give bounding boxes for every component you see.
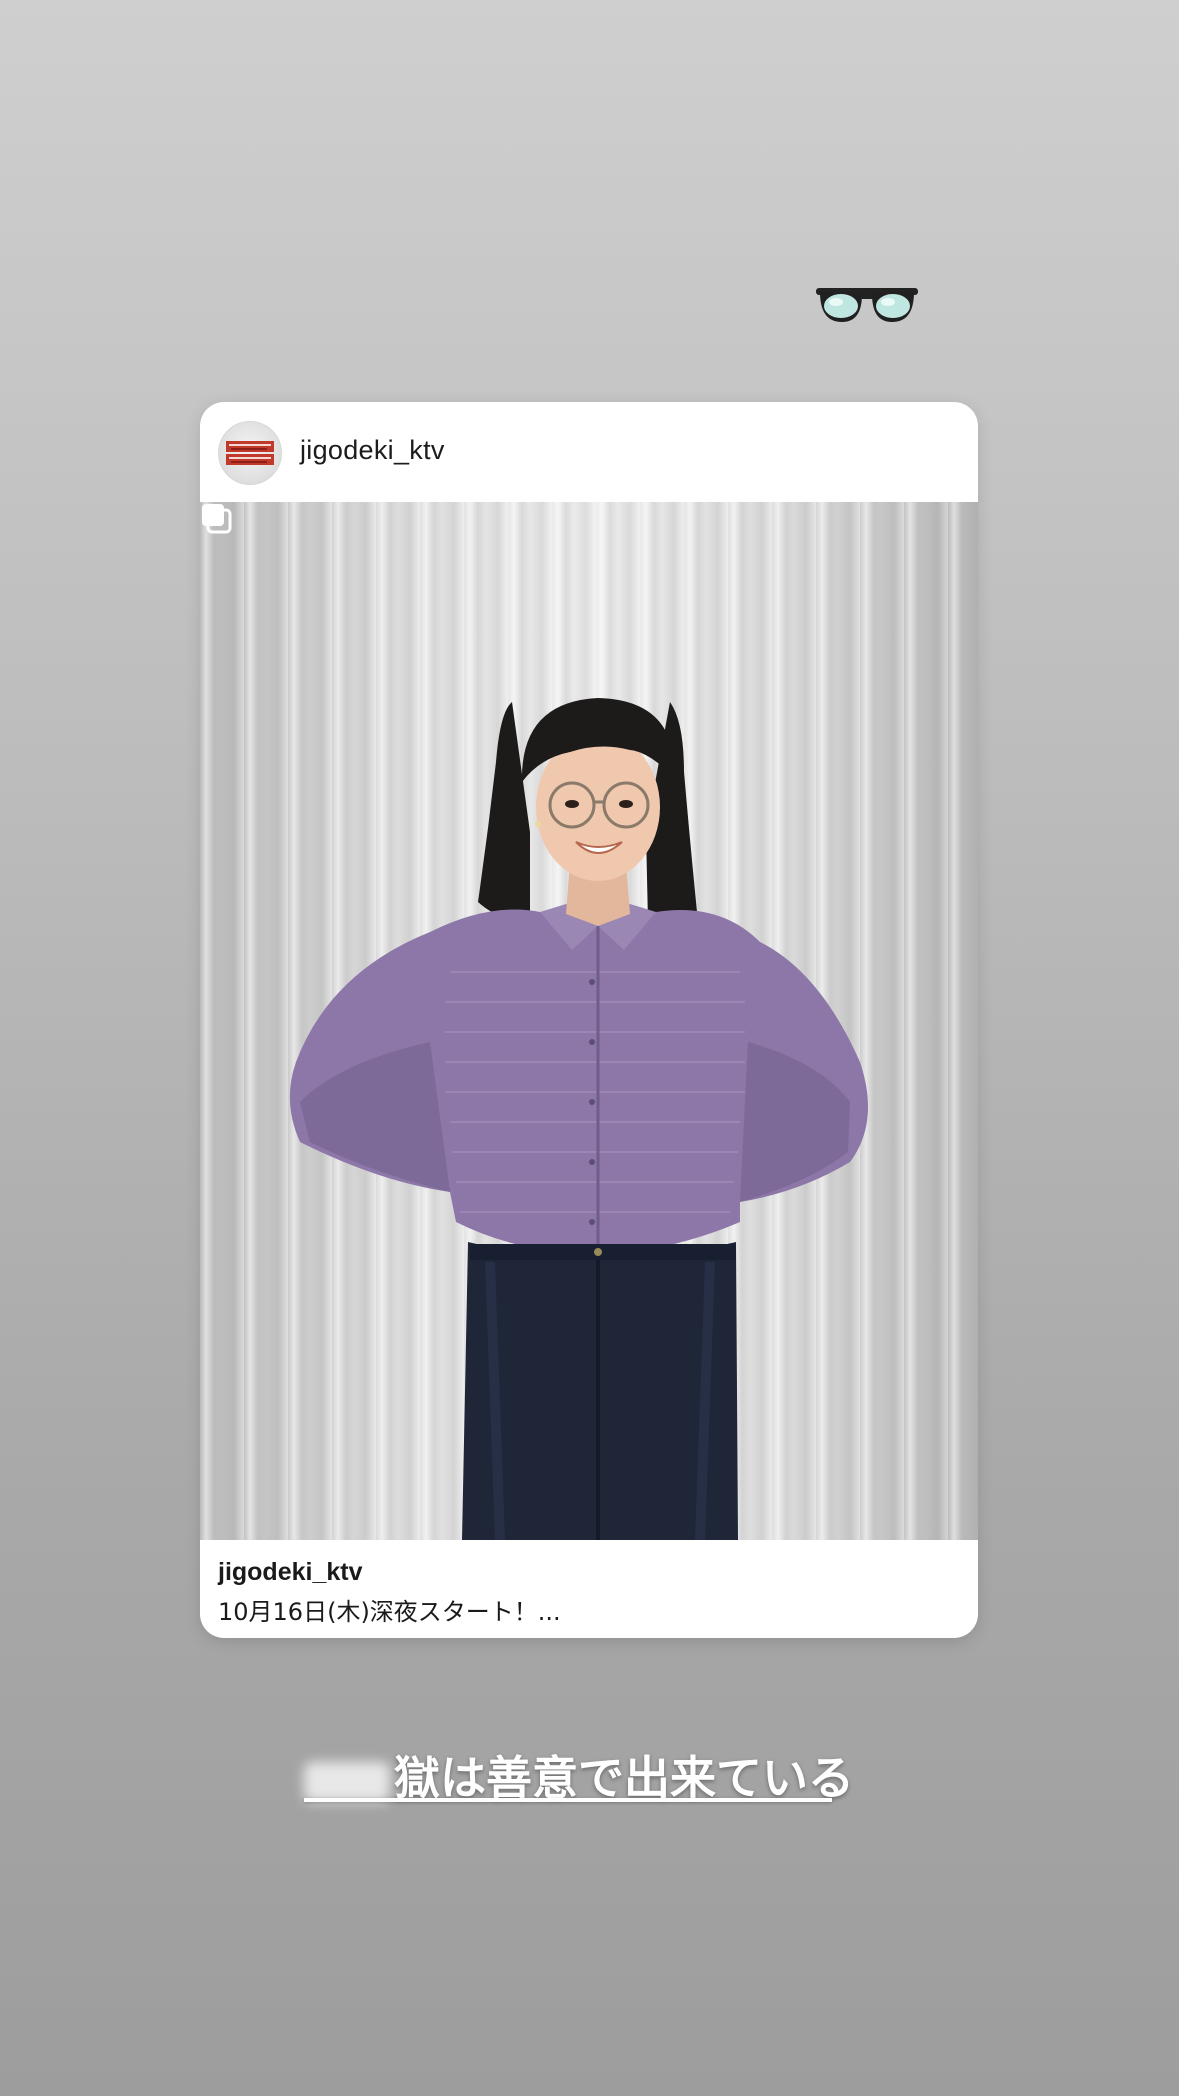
caption-username[interactable]: jigodeki_ktv bbox=[218, 1558, 363, 1587]
account-avatar[interactable] bbox=[218, 421, 282, 485]
show-logo bbox=[226, 441, 274, 465]
post-photo[interactable] bbox=[200, 502, 978, 1540]
post-author-username[interactable]: jigodeki_ktv bbox=[300, 435, 445, 466]
post-caption: 10月16日(木)深夜スタート！... bbox=[218, 1598, 561, 1626]
sunglasses-sticker-icon[interactable] bbox=[816, 282, 918, 328]
multiple-photos-icon bbox=[202, 504, 232, 534]
post-footer: jigodeki_ktv 10月16日(木)深夜スタート！... bbox=[200, 1540, 978, 1638]
post-header: jigodeki_ktv bbox=[200, 402, 978, 502]
blurred-text-region bbox=[304, 1761, 390, 1802]
person-photo-illustration bbox=[289, 698, 868, 1540]
story-text-sticker[interactable]: 獄は善意で出来ている bbox=[304, 1742, 854, 1806]
story-text-underline bbox=[304, 1798, 832, 1802]
shared-post-card[interactable]: jigodeki_ktv jigodeki_ktv 10月16日(木)深夜スター… bbox=[200, 402, 978, 1638]
story-text-label: 獄は善意で出来ている bbox=[394, 1751, 854, 1805]
